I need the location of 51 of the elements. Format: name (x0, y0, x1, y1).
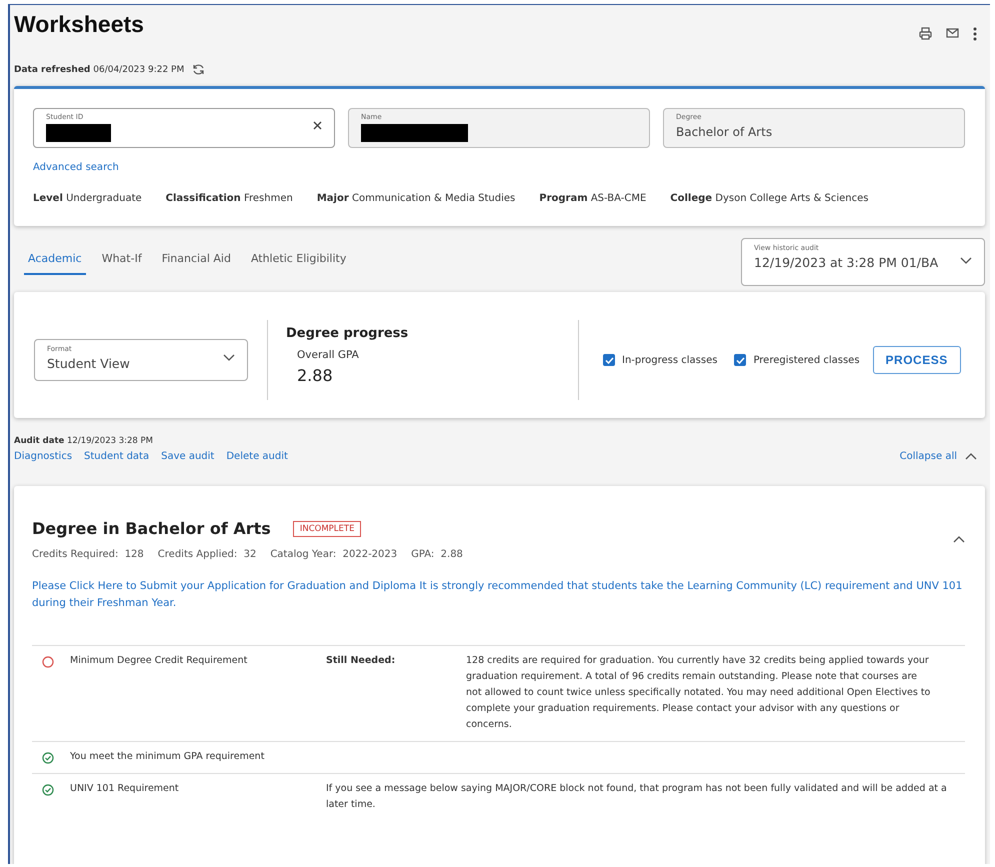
requirement-description: If you see a message below saying MAJOR/CORE block not found, that program has not been fully validated and will be added at a later time. (326, 782, 948, 812)
requirement-name: Minimum Degree Credit Requirement (70, 654, 248, 668)
info-text: Classification Freshmen (166, 193, 293, 204)
checkbox-label: Preregistered classes (753, 354, 860, 366)
block-fact: GPA: 2.88 (411, 549, 463, 560)
requirement-description: 128 credits are required for graduation. You currently have 32 credits being applied towards your graduation requirement. A total of 96 credits remain outstanding. Please note that courses are not allowed to count twice unless specifically notated. You may need additional Open Electives to complete your graduation requirements. Please contact your advisor with any questions or concerns. (466, 654, 932, 732)
collapse-all-link[interactable]: Collapse all (900, 451, 957, 462)
print-icon[interactable] (919, 27, 932, 40)
caret-icon (223, 354, 235, 361)
action-link[interactable]: Student data (84, 451, 150, 462)
requirement-name: UNIV 101 Requirement (70, 782, 180, 796)
page-title: Worksheets (14, 11, 144, 38)
still-needed-label: Still Needed: (326, 654, 396, 668)
close-icon[interactable] (313, 121, 322, 130)
requirement-name: You meet the minimum GPA requirement (70, 750, 266, 764)
more-icon[interactable] (973, 27, 977, 41)
check-circle-icon (42, 784, 54, 796)
collapse-icon[interactable] (953, 536, 965, 543)
tab[interactable]: Academic (24, 249, 86, 275)
tab[interactable]: Athletic Eligibility (246, 249, 350, 275)
info-text: Program AS-BA-CME (539, 193, 646, 204)
check-circle-icon (42, 752, 54, 764)
action-link[interactable]: Delete audit (226, 451, 288, 462)
mail-icon[interactable] (946, 27, 959, 39)
gpa-value: 2.88 (297, 366, 334, 384)
checkbox[interactable] (603, 354, 615, 366)
refresh-info: Data refreshed 06/04/2023 9:22 PM (14, 64, 184, 74)
gpa-label: Overall GPA (297, 348, 360, 360)
tab[interactable]: What-If (98, 249, 146, 275)
refresh-icon[interactable] (192, 63, 206, 76)
block-fact: Credits Required: 128 (32, 549, 144, 560)
graduation-notice[interactable]: Please Click Here to Submit your Application for Graduation and Diploma It is strongly recommended that students take the Learning Community (LC) requirement and UNV 101 during their Freshman Year. (32, 578, 965, 612)
section-heading: Degree progress (286, 326, 410, 340)
caret-icon (960, 257, 972, 264)
advanced-search-link[interactable]: Advanced search (33, 162, 119, 173)
block-title: Degree in Bachelor of Arts (32, 519, 271, 538)
action-link[interactable]: Diagnostics (14, 451, 72, 462)
status-badge: INCOMPLETE (292, 520, 362, 536)
action-link[interactable]: Save audit (161, 451, 214, 462)
audit-date: Audit date 12/19/2023 3:28 PM (14, 436, 154, 446)
process-button[interactable]: PROCESS (872, 346, 961, 374)
info-text: College Dyson College Arts & Sciences (670, 193, 868, 204)
circle-icon (42, 656, 54, 668)
block-fact: Credits Applied: 32 (158, 549, 256, 560)
tab[interactable]: Financial Aid (158, 249, 235, 275)
info-text: Major Communication & Media Studies (316, 193, 516, 204)
caret-icon[interactable] (965, 453, 977, 460)
checkbox-label: In-progress classes (622, 354, 718, 366)
block-fact: Catalog Year: 2022-2023 (270, 549, 398, 560)
info-text: Level Undergraduate (33, 193, 142, 204)
checkbox[interactable] (734, 354, 746, 366)
